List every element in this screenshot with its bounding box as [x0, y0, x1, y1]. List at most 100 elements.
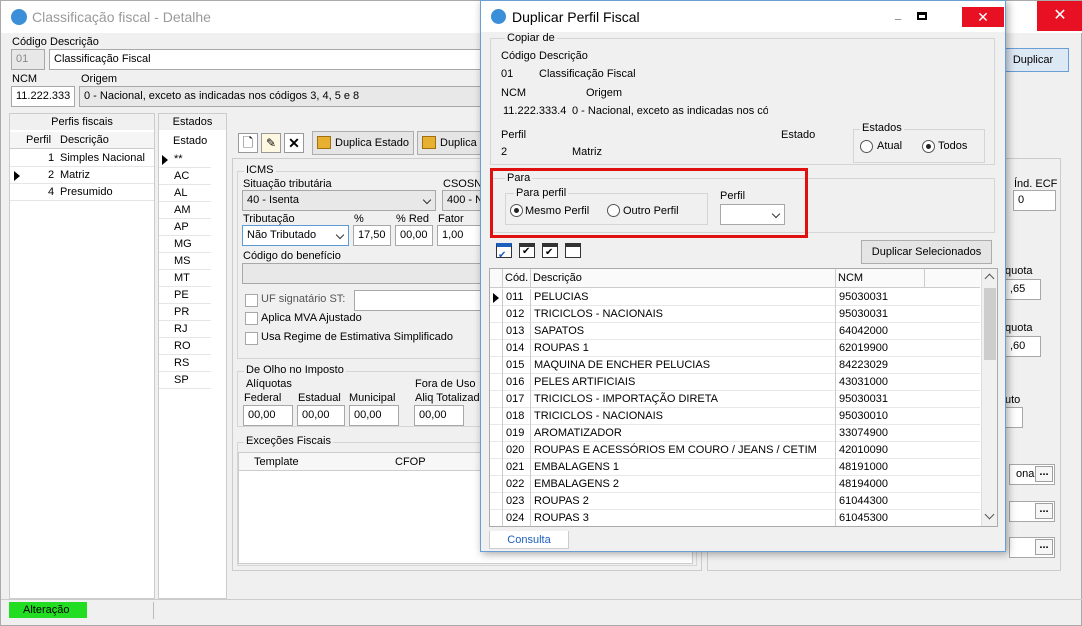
grid-cell-cod: 022: [502, 476, 530, 493]
estados-row[interactable]: MT: [159, 270, 211, 287]
perfis-row[interactable]: 1 Simples Nacional: [10, 150, 154, 167]
table-row[interactable]: 013 SAPATOS 64042000: [490, 323, 980, 340]
aplica-mva-check[interactable]: [245, 312, 258, 325]
edit-icon[interactable]: ✎: [261, 133, 281, 153]
atual-radio[interactable]: [860, 140, 873, 153]
right-uto-field[interactable]: [1005, 407, 1023, 428]
right-uto-label: uto: [1005, 394, 1021, 406]
estados-row-label: AP: [174, 221, 189, 233]
pct-red-field[interactable]: 00,00: [395, 225, 433, 246]
duplica-estado-button[interactable]: Duplica Estado: [312, 131, 414, 155]
table-row[interactable]: 017 TRICICLOS - IMPORTAÇÃO DIRETA 95030031: [490, 391, 980, 408]
table-row[interactable]: 020 ROUPAS E ACESSÓRIOS EM COURO / JEANS …: [490, 442, 980, 459]
usa-regime-label: Usa Regime de Estimativa Simplificado: [261, 331, 453, 343]
ind-ecf-field[interactable]: 0: [1013, 190, 1056, 211]
scroll-up-icon[interactable]: [984, 273, 995, 284]
scroll-thumb[interactable]: [984, 288, 996, 360]
right-ellipsis-2[interactable]: ...: [1035, 503, 1053, 519]
tributacao-select[interactable]: Não Tributado: [242, 225, 349, 246]
status-divider: [153, 602, 154, 619]
situacao-label: Situação tributária: [243, 178, 332, 190]
right-ellipsis-1[interactable]: ...: [1035, 466, 1053, 482]
dlg-perfil-desc-value: Matriz: [572, 146, 602, 158]
right-aliquota2-field[interactable]: ,60: [1005, 336, 1041, 357]
check-list-icon[interactable]: ✔: [519, 243, 535, 258]
estados-row-label: AM: [174, 204, 191, 216]
main-close-button[interactable]: ✕: [1037, 1, 1082, 31]
federal-field[interactable]: 00,00: [243, 405, 293, 426]
estados-row-label: MT: [174, 272, 190, 284]
estados-row[interactable]: RJ: [159, 321, 211, 338]
estados-row[interactable]: AC: [159, 168, 211, 185]
duplica-estado-label: Duplica Estado: [335, 137, 409, 149]
grid-cell-ncm: 61045300: [835, 510, 924, 526]
dialog-minimize-button[interactable]: _: [891, 9, 905, 23]
duplica-button[interactable]: Duplica: [417, 131, 487, 155]
estados-row-label: MG: [174, 238, 192, 250]
delete-icon[interactable]: ✕: [284, 133, 304, 153]
table-row[interactable]: 015 MAQUINA DE ENCHER PELUCIAS 84223029: [490, 357, 980, 374]
grid-scrollbar[interactable]: [981, 269, 997, 526]
table-row[interactable]: 018 TRICICLOS - NACIONAIS 95030010: [490, 408, 980, 425]
uf-signatario-field[interactable]: [354, 290, 487, 311]
estados-row[interactable]: **: [159, 151, 211, 168]
descricao-field[interactable]: Classificação Fiscal: [49, 49, 489, 70]
estados-row[interactable]: AL: [159, 185, 211, 202]
table-row[interactable]: 014 ROUPAS 1 62019900: [490, 340, 980, 357]
estados-row[interactable]: PR: [159, 304, 211, 321]
estados-row[interactable]: RS: [159, 355, 211, 372]
table-row[interactable]: 024 ROUPAS 3 61045300: [490, 510, 980, 526]
codigo-beneficio-field[interactable]: [242, 263, 487, 284]
table-row[interactable]: 012 TRICICLOS - NACIONAIS 95030031: [490, 306, 980, 323]
table-row[interactable]: 016 PELES ARTIFICIAIS 43031000: [490, 374, 980, 391]
uncheck-icon[interactable]: [565, 243, 581, 258]
dlg-estado-label: Estado: [781, 129, 816, 141]
codigo-field[interactable]: 01: [11, 49, 45, 70]
estados-row[interactable]: MS: [159, 253, 211, 270]
dlg-origem-value: 0 - Nacional, exceto as indicadas nos có…: [572, 105, 768, 117]
main-duplicar-button[interactable]: Duplicar: [997, 48, 1069, 72]
situacao-select[interactable]: 40 - Isenta: [242, 190, 436, 211]
select-all-icon[interactable]: ✔: [496, 243, 512, 261]
duplicar-selecionados-button[interactable]: Duplicar Selecionados: [861, 240, 992, 264]
estadual-field[interactable]: 00,00: [297, 405, 345, 426]
dialog-close-button[interactable]: ✕: [962, 7, 1004, 27]
grid-cell-cod: 013: [502, 323, 530, 340]
aliq-totalizada-field[interactable]: 00,00: [414, 405, 464, 426]
right-aliquota1-field[interactable]: ,65: [1005, 279, 1041, 300]
right-ellipsis-3[interactable]: ...: [1035, 539, 1053, 555]
table-row[interactable]: 023 ROUPAS 2 61044300: [490, 493, 980, 510]
estados-row[interactable]: AM: [159, 202, 211, 219]
scroll-down-icon[interactable]: [984, 509, 995, 520]
new-icon[interactable]: 🗋: [238, 133, 258, 153]
grid-cell-ncm: 64042000: [835, 323, 924, 340]
tab-consulta[interactable]: Consulta: [489, 531, 569, 549]
perfis-col-descricao: Descrição: [60, 134, 109, 146]
todos-radio[interactable]: [922, 140, 935, 153]
table-row[interactable]: 021 EMBALAGENS 1 48191000: [490, 459, 980, 476]
pct-field[interactable]: 17,50: [353, 225, 391, 246]
table-row[interactable]: 022 EMBALAGENS 2 48194000: [490, 476, 980, 493]
grid-cell-ncm: 48194000: [835, 476, 924, 493]
municipal-field[interactable]: 00,00: [349, 405, 399, 426]
estados-row[interactable]: SP: [159, 372, 211, 389]
grid-cell-cod: 014: [502, 340, 530, 357]
row-indicator-icon: [162, 155, 168, 165]
perfis-row[interactable]: 2 Matriz: [10, 167, 154, 184]
usa-regime-check[interactable]: [245, 332, 258, 345]
perfis-row[interactable]: 4 Presumido: [10, 184, 154, 201]
perfis-col-perfil: Perfil: [26, 134, 52, 146]
estados-row[interactable]: AP: [159, 219, 211, 236]
estados-row[interactable]: RO: [159, 338, 211, 355]
origem-field[interactable]: 0 - Nacional, exceto as indicadas nos có…: [79, 86, 489, 107]
estados-row[interactable]: PE: [159, 287, 211, 304]
ncm-field[interactable]: 11.222.333: [11, 86, 75, 107]
dialog-maximize-button[interactable]: [917, 12, 927, 20]
estados-panel: Estados Estado ** AC AL AM AP MG MS MT PE PR RJ RO R…: [158, 113, 227, 599]
table-row[interactable]: 011 PELUCIAS 95030031: [490, 289, 980, 306]
check-one-icon[interactable]: ✔: [542, 243, 558, 258]
estados-row[interactable]: MG: [159, 236, 211, 253]
fora-de-uso-label: Fora de Uso: [415, 378, 476, 390]
table-row[interactable]: 019 AROMATIZADOR 33074900: [490, 425, 980, 442]
uf-signatario-check[interactable]: [245, 294, 258, 307]
